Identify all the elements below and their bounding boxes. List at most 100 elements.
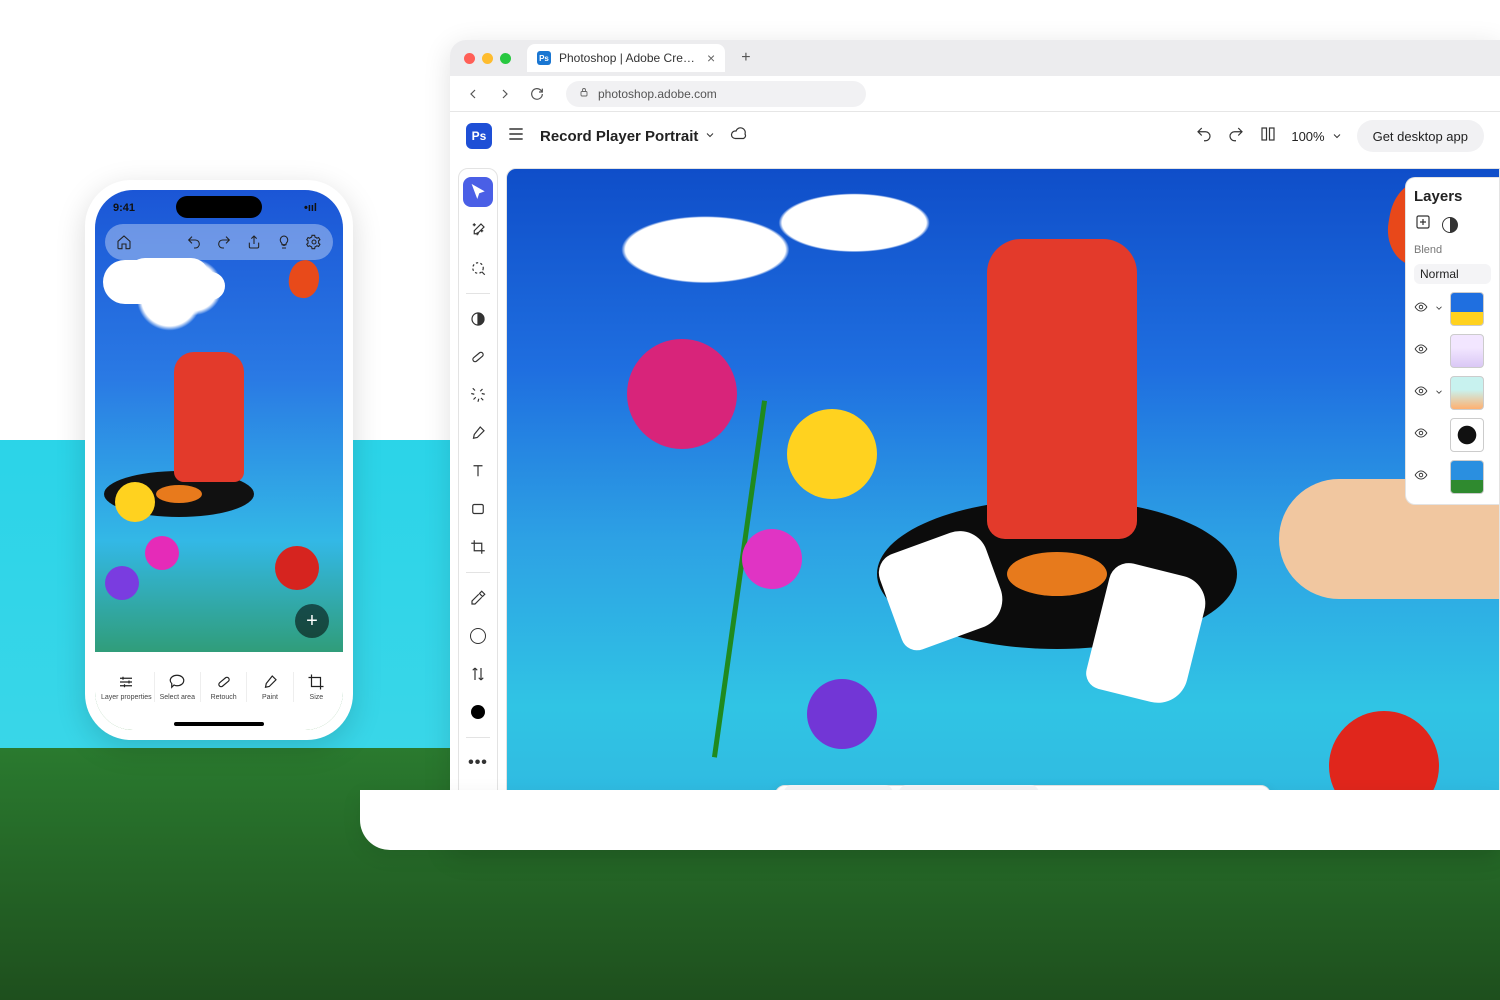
layer-item[interactable] [1414, 292, 1491, 326]
app-header: Record Player Portrait 100% Get desktop … [450, 112, 1500, 160]
browser-urlbar-row: photoshop.adobe.com [450, 76, 1500, 112]
art-flower-yellow [115, 482, 155, 522]
visibility-toggle[interactable] [1414, 342, 1428, 361]
blend-mode-dropdown[interactable]: Normal [1414, 264, 1491, 284]
tool-eyedropper[interactable] [463, 583, 493, 613]
tool-heal[interactable] [463, 342, 493, 372]
browser-tab[interactable]: Photoshop | Adobe Creative C × [527, 44, 725, 72]
browser-tabstrip: Photoshop | Adobe Creative C × + [450, 40, 1500, 76]
redo-button[interactable] [1227, 125, 1245, 148]
toolbar-separator [466, 737, 490, 738]
tool-text[interactable] [463, 456, 493, 486]
document-title-dropdown[interactable]: Record Player Portrait [540, 128, 716, 145]
tool-brush[interactable] [463, 418, 493, 448]
forward-button[interactable] [496, 85, 514, 103]
chevron-down-icon[interactable] [1434, 300, 1444, 318]
new-tab-button[interactable]: + [735, 49, 756, 67]
chevron-down-icon [704, 128, 716, 145]
tool-select[interactable] [463, 253, 493, 283]
visibility-toggle[interactable] [1414, 300, 1428, 319]
menu-button[interactable] [506, 124, 526, 149]
redo-icon[interactable] [215, 233, 233, 251]
tool-label: Layer properties [101, 694, 152, 702]
layer-thumbnail [1450, 376, 1484, 410]
get-desktop-app-button[interactable]: Get desktop app [1357, 120, 1484, 152]
phone-bottom-toolbar: Layer properties Select area Retouch Pai… [95, 652, 343, 730]
tool-spot[interactable] [463, 380, 493, 410]
tool-foreground-color[interactable] [463, 697, 493, 727]
lasso-icon [167, 672, 187, 692]
tool-paint[interactable]: Paint [247, 672, 293, 702]
mask-icon[interactable] [1442, 217, 1458, 233]
window-controls[interactable] [464, 53, 511, 64]
art-flower-magenta [742, 529, 802, 589]
reload-button[interactable] [528, 85, 546, 103]
close-tab-icon[interactable]: × [707, 50, 715, 66]
layer-item[interactable] [1414, 376, 1491, 410]
tool-retouch[interactable]: Retouch [201, 672, 247, 702]
layer-item[interactable] [1414, 334, 1491, 368]
left-toolbar: ••• [458, 168, 498, 842]
home-icon[interactable] [115, 233, 133, 251]
layers-title: Layers [1414, 188, 1491, 205]
visibility-toggle[interactable] [1414, 468, 1428, 487]
signal-icon: •ııl [304, 202, 317, 214]
art-person [987, 239, 1137, 539]
chevron-down-icon[interactable] [1434, 384, 1444, 402]
chevron-down-icon [1331, 130, 1343, 142]
tool-label: Paint [262, 694, 278, 702]
brush-icon [260, 672, 280, 692]
layer-item[interactable] [1414, 418, 1491, 452]
tool-more[interactable]: ••• [463, 748, 493, 778]
laptop-base [360, 790, 1500, 850]
art-flower-pink [145, 536, 179, 570]
tool-swap[interactable] [463, 659, 493, 689]
tool-adjust[interactable] [463, 304, 493, 334]
phone-notch [176, 196, 262, 218]
tab-title: Photoshop | Adobe Creative C [559, 51, 699, 65]
layers-panel: Layers Blend Normal [1405, 177, 1499, 505]
phone-screen: 9:41 •ııl [95, 190, 343, 730]
bandage-icon [214, 672, 234, 692]
idea-icon[interactable] [275, 233, 293, 251]
workspace: ••• Select subject [450, 160, 1500, 850]
add-layer-button[interactable] [1414, 213, 1432, 236]
tool-shape[interactable] [463, 494, 493, 524]
art-flower-red [275, 546, 319, 590]
tool-label: Select area [160, 694, 195, 702]
gear-icon[interactable] [305, 233, 323, 251]
tool-ellipse[interactable] [463, 621, 493, 651]
ps-logo-icon[interactable] [466, 123, 492, 149]
toolbar-separator [466, 293, 490, 294]
cloud-sync-icon[interactable] [730, 125, 748, 148]
panels-button[interactable] [1259, 125, 1277, 148]
tool-crop[interactable] [463, 532, 493, 562]
tool-move[interactable] [463, 177, 493, 207]
layer-thumbnail [1450, 334, 1484, 368]
phone-top-toolbar [105, 224, 333, 260]
canvas[interactable]: Select subject Remove background ••• Lay… [506, 168, 1500, 842]
undo-icon[interactable] [185, 233, 203, 251]
undo-button[interactable] [1195, 125, 1213, 148]
zoom-dropdown[interactable]: 100% [1291, 129, 1342, 144]
layer-thumbnail [1450, 292, 1484, 326]
visibility-toggle[interactable] [1414, 384, 1428, 403]
back-button[interactable] [464, 85, 482, 103]
document-title: Record Player Portrait [540, 128, 698, 145]
tool-select-area[interactable]: Select area [155, 672, 201, 702]
layer-thumbnail [1450, 460, 1484, 494]
url-bar[interactable]: photoshop.adobe.com [566, 81, 866, 107]
lock-icon [578, 86, 590, 101]
art-flower-violet [807, 679, 877, 749]
layer-item[interactable] [1414, 460, 1491, 494]
add-layer-button[interactable]: + [295, 604, 329, 638]
share-icon[interactable] [245, 233, 263, 251]
visibility-toggle[interactable] [1414, 426, 1428, 445]
tool-generative[interactable] [463, 215, 493, 245]
tool-layer-properties[interactable]: Layer properties [99, 672, 155, 702]
zoom-value: 100% [1291, 129, 1324, 144]
tool-size[interactable]: Size [294, 672, 339, 702]
art-flower-yellow [787, 409, 877, 499]
art-cloud [103, 260, 193, 304]
browser-window: Photoshop | Adobe Creative C × + photosh… [450, 40, 1500, 850]
